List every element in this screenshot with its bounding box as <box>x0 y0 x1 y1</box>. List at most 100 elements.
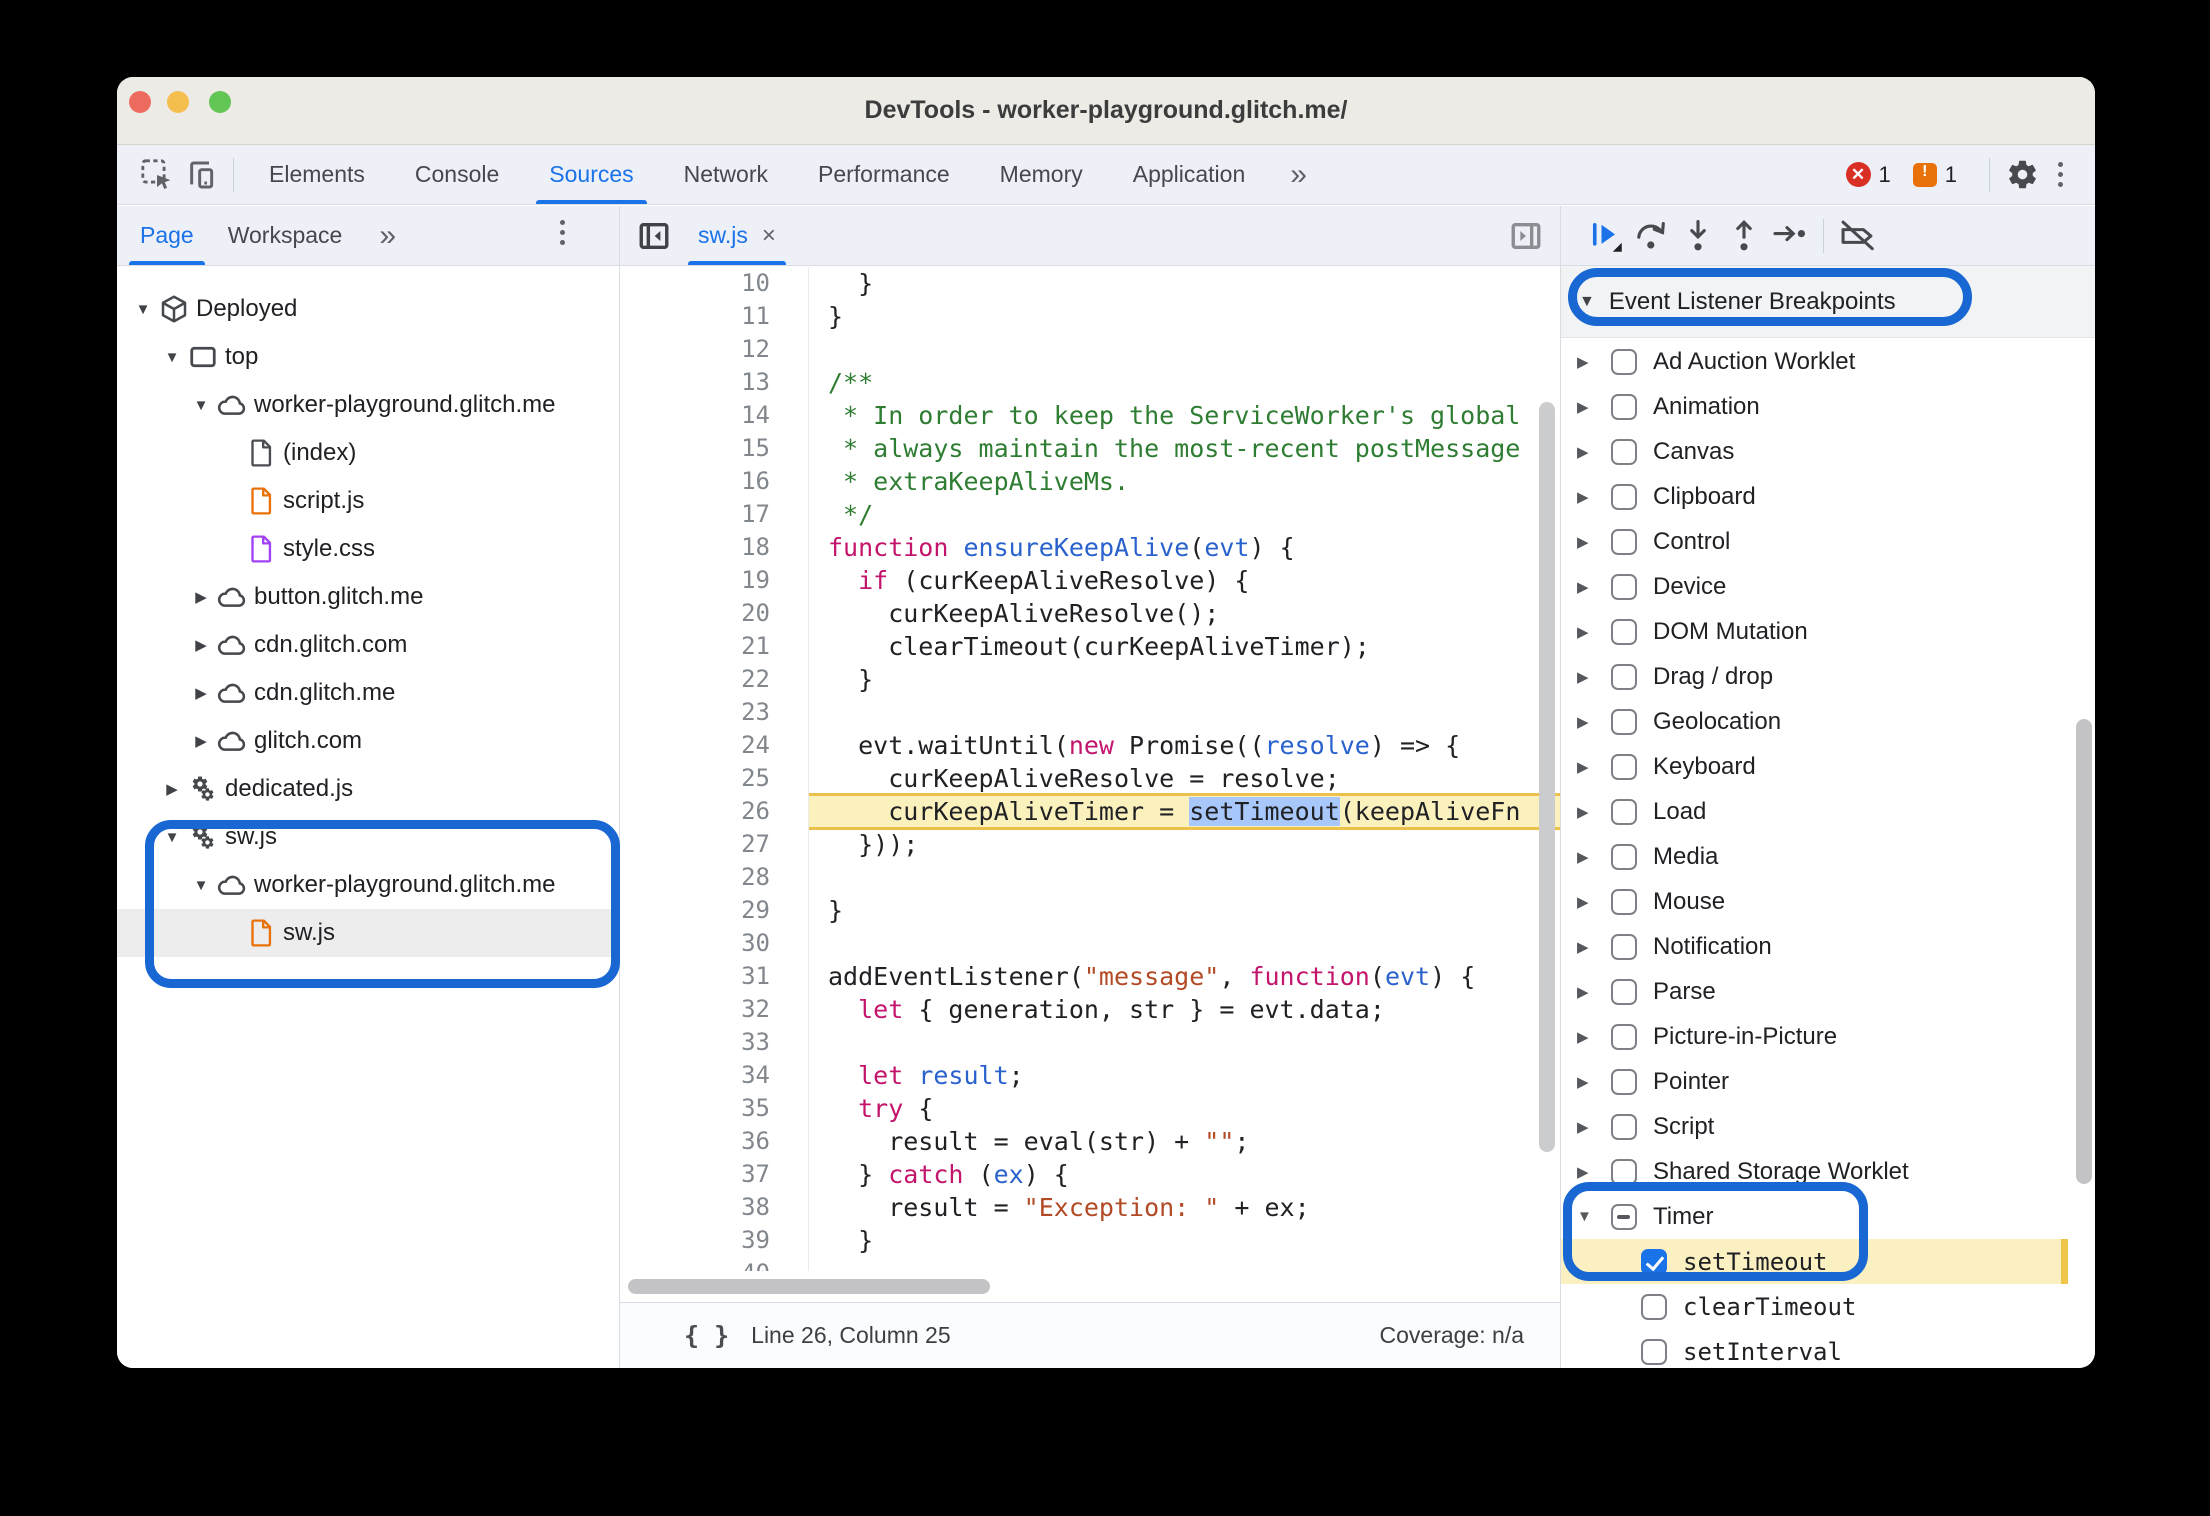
line-number[interactable]: 11 <box>620 300 770 333</box>
tree-item-style-css[interactable]: style.css <box>117 525 619 573</box>
minimize-window-button[interactable] <box>167 91 189 113</box>
checkbox-unchecked[interactable] <box>1611 393 1637 420</box>
code-line-33[interactable]: 33 <box>620 1026 1560 1059</box>
line-number[interactable]: 10 <box>620 267 770 300</box>
code-line-22[interactable]: 22 } <box>620 663 1560 696</box>
code-line-36[interactable]: 36 result = eval(str) + ""; <box>620 1125 1560 1158</box>
breakpoint-category-keyboard[interactable]: ▶ Keyboard <box>1561 744 2068 789</box>
tab-application[interactable]: Application <box>1108 145 1271 204</box>
breakpoint-category-pointer[interactable]: ▶ Pointer <box>1561 1059 2068 1104</box>
line-number[interactable]: 14 <box>620 399 770 432</box>
code-text[interactable]: let { generation, str } = evt.data; <box>828 993 1560 1026</box>
warning-badge[interactable]: ! 1 <box>1912 162 1957 188</box>
tab-workspace[interactable]: Workspace <box>211 206 360 265</box>
more-panels-button[interactable]: » <box>1270 158 1325 192</box>
tree-item-dedicated-js[interactable]: ▶ dedicated.js <box>117 765 619 813</box>
breakpoint-category-script[interactable]: ▶ Script <box>1561 1104 2068 1149</box>
breakpoint-category-canvas[interactable]: ▶ Canvas <box>1561 429 2068 474</box>
checkbox-unchecked[interactable] <box>1611 888 1637 915</box>
settings-gear-icon[interactable] <box>2000 153 2044 197</box>
checkbox-checked[interactable] <box>1641 1248 1667 1275</box>
checkbox-unchecked[interactable] <box>1611 663 1637 690</box>
chevron-down-icon[interactable]: ▼ <box>1577 1208 1611 1225</box>
code-text[interactable]: evt.waitUntil(new Promise((resolve) => { <box>828 729 1560 762</box>
editor-tab-swjs[interactable]: sw.js × <box>682 206 792 265</box>
breakpoint-category-mouse[interactable]: ▶ Mouse <box>1561 879 2068 924</box>
code-text[interactable]: if (curKeepAliveResolve) { <box>828 564 1560 597</box>
code-text[interactable]: curKeepAliveResolve = resolve; <box>828 762 1560 795</box>
inspect-element-icon[interactable] <box>135 153 179 197</box>
line-number[interactable]: 33 <box>620 1026 770 1059</box>
breakpoint-event-setinterval[interactable]: setInterval <box>1561 1329 2068 1368</box>
code-text[interactable]: } <box>828 267 1560 300</box>
code-text[interactable]: })); <box>828 828 1560 861</box>
breakpoint-category-device[interactable]: ▶ Device <box>1561 564 2068 609</box>
breakpoint-category-drag-drop[interactable]: ▶ Drag / drop <box>1561 654 2068 699</box>
tree-item-index[interactable]: (index) <box>117 429 619 477</box>
line-number[interactable]: 38 <box>620 1191 770 1224</box>
step-icon[interactable] <box>1767 213 1813 259</box>
tab-elements[interactable]: Elements <box>244 145 390 204</box>
line-number[interactable]: 15 <box>620 432 770 465</box>
checkbox-unchecked[interactable] <box>1611 753 1637 780</box>
chevron-down-icon[interactable]: ▼ <box>188 397 214 414</box>
line-number[interactable]: 35 <box>620 1092 770 1125</box>
line-number[interactable]: 22 <box>620 663 770 696</box>
code-text[interactable]: } <box>828 894 1560 927</box>
code-line-31[interactable]: 31 addEventListener("message", function(e… <box>620 960 1560 993</box>
code-line-37[interactable]: 37 } catch (ex) { <box>620 1158 1560 1191</box>
code-line-39[interactable]: 39 } <box>620 1224 1560 1257</box>
breakpoints-scrollbar[interactable] <box>2076 719 2092 1184</box>
tree-item-script-js[interactable]: script.js <box>117 477 619 525</box>
chevron-right-icon[interactable]: ▶ <box>1577 803 1611 821</box>
code-line-15[interactable]: 15 * always maintain the most-recent pos… <box>620 432 1560 465</box>
chevron-right-icon[interactable]: ▶ <box>1577 578 1611 596</box>
line-number[interactable]: 30 <box>620 927 770 960</box>
code-line-35[interactable]: 35 try { <box>620 1092 1560 1125</box>
code-line-16[interactable]: 16 * extraKeepAliveMs. <box>620 465 1560 498</box>
chevron-right-icon[interactable]: ▶ <box>1577 983 1611 1001</box>
chevron-right-icon[interactable]: ▶ <box>1577 1073 1611 1091</box>
chevron-right-icon[interactable]: ▶ <box>188 684 214 702</box>
code-line-21[interactable]: 21 clearTimeout(curKeepAliveTimer); <box>620 630 1560 663</box>
code-line-38[interactable]: 38 result = "Exception: " + ex; <box>620 1191 1560 1224</box>
breakpoint-category-notification[interactable]: ▶ Notification <box>1561 924 2068 969</box>
breakpoint-category-control[interactable]: ▶ Control <box>1561 519 2068 564</box>
tree-item-worker-playground-glitch-me[interactable]: ▼ worker-playground.glitch.me <box>117 861 619 909</box>
code-line-25[interactable]: 25 curKeepAliveResolve = resolve; <box>620 762 1560 795</box>
breakpoint-category-media[interactable]: ▶ Media <box>1561 834 2068 879</box>
line-number[interactable]: 21 <box>620 630 770 663</box>
checkbox-unchecked[interactable] <box>1611 573 1637 600</box>
code-text[interactable]: curKeepAliveTimer = setTimeout(keepAlive… <box>828 795 1560 828</box>
line-number[interactable]: 32 <box>620 993 770 1026</box>
checkbox-unchecked[interactable] <box>1611 978 1637 1005</box>
code-text[interactable]: curKeepAliveResolve(); <box>828 597 1560 630</box>
tree-item-glitch-com[interactable]: ▶ glitch.com <box>117 717 619 765</box>
breakpoint-category-dom-mutation[interactable]: ▶ DOM Mutation <box>1561 609 2068 654</box>
tab-console[interactable]: Console <box>390 145 524 204</box>
close-tab-icon[interactable]: × <box>762 222 776 250</box>
code-line-28[interactable]: 28 <box>620 861 1560 894</box>
code-text[interactable]: } <box>828 300 1560 333</box>
show-debugger-panel-icon[interactable] <box>1504 214 1548 258</box>
chevron-right-icon[interactable]: ▶ <box>1577 893 1611 911</box>
chevron-right-icon[interactable]: ▶ <box>1577 1028 1611 1046</box>
checkbox-unchecked[interactable] <box>1611 933 1637 960</box>
tree-item-sw-js[interactable]: ▼ sw.js <box>117 813 619 861</box>
code-editor[interactable]: 10 } 11} 12 13/** 14 * In order to keep the … <box>620 267 1560 1302</box>
checkbox-unchecked[interactable] <box>1611 708 1637 735</box>
code-line-20[interactable]: 20 curKeepAliveResolve(); <box>620 597 1560 630</box>
line-number[interactable]: 23 <box>620 696 770 729</box>
more-navigator-tabs-button[interactable]: » <box>359 219 414 253</box>
tab-sources[interactable]: Sources <box>524 145 658 204</box>
line-number[interactable]: 17 <box>620 498 770 531</box>
error-badge[interactable]: ✕ 1 <box>1845 162 1891 188</box>
checkbox-unchecked[interactable] <box>1611 798 1637 825</box>
step-over-icon[interactable] <box>1629 213 1675 259</box>
event-listener-breakpoints-header[interactable]: ▼ Event Listener Breakpoints <box>1561 266 2095 338</box>
code-text[interactable]: * In order to keep the ServiceWorker's g… <box>828 399 1560 432</box>
line-number[interactable]: 12 <box>620 333 770 366</box>
chevron-right-icon[interactable]: ▶ <box>1577 938 1611 956</box>
code-text[interactable]: result = "Exception: " + ex; <box>828 1191 1560 1224</box>
code-text[interactable]: result = eval(str) + ""; <box>828 1125 1560 1158</box>
